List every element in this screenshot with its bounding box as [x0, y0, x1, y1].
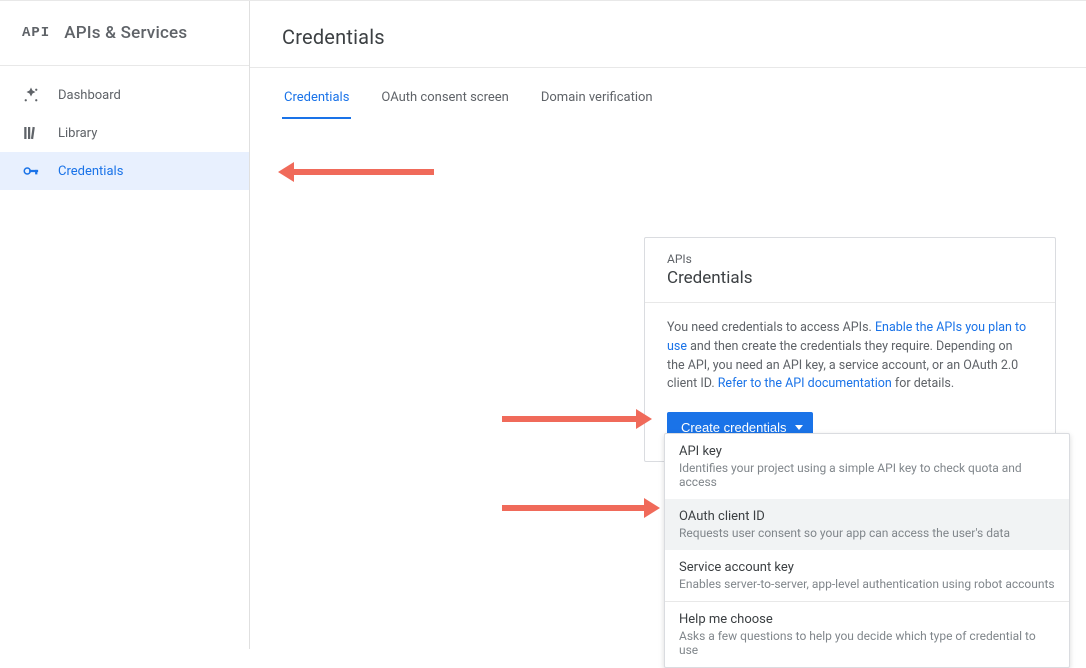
dropdown-item-title: OAuth client ID [679, 509, 1055, 524]
tabs: Credentials OAuth consent screen Domain … [250, 68, 1086, 119]
sidebar-item-dashboard[interactable]: Dashboard [0, 76, 249, 114]
card-title: Credentials [667, 268, 1033, 288]
card-text-pre: You need credentials to access APIs. [667, 320, 875, 335]
dropdown-item-title: Service account key [679, 560, 1055, 575]
create-credentials-dropdown: API key Identifies your project using a … [664, 433, 1070, 668]
tab-domain-verification[interactable]: Domain verification [539, 84, 655, 119]
tab-oauth-consent[interactable]: OAuth consent screen [379, 84, 510, 119]
page-header: Credentials [250, 1, 1086, 67]
dropdown-item-api-key[interactable]: API key Identifies your project using a … [665, 434, 1069, 499]
dropdown-item-oauth-client-id[interactable]: OAuth client ID Requests user consent so… [665, 499, 1069, 550]
key-icon [22, 162, 40, 180]
api-logo-icon: API [22, 25, 50, 41]
dropdown-item-title: API key [679, 444, 1055, 459]
sidebar-item-label: Dashboard [58, 88, 121, 103]
dropdown-item-sub: Enables server-to-server, app-level auth… [679, 577, 1055, 591]
sidebar-item-label: Library [58, 126, 97, 141]
card-body-text: You need credentials to access APIs. Ena… [645, 303, 1055, 412]
library-icon [22, 124, 40, 142]
card-kicker: APIs [667, 252, 1033, 266]
dropdown-item-sub: Requests user consent so your app can ac… [679, 526, 1055, 540]
dashboard-icon [22, 86, 40, 104]
card-text-post: for details. [892, 376, 954, 391]
sidebar-item-library[interactable]: Library [0, 114, 249, 152]
dropdown-item-help-me-choose[interactable]: Help me choose Asks a few questions to h… [665, 602, 1069, 667]
tab-credentials[interactable]: Credentials [282, 84, 351, 119]
dropdown-item-sub: Identifies your project using a simple A… [679, 461, 1055, 489]
page-title: Credentials [282, 25, 1054, 49]
product-header: API APIs & Services [0, 1, 249, 65]
dropdown-item-title: Help me choose [679, 612, 1055, 627]
dropdown-item-service-account-key[interactable]: Service account key Enables server-to-se… [665, 550, 1069, 601]
sidebar-divider [0, 65, 249, 66]
dropdown-item-sub: Asks a few questions to help you decide … [679, 629, 1055, 657]
api-documentation-link[interactable]: Refer to the API documentation [718, 376, 892, 391]
caret-down-icon [795, 425, 803, 430]
sidebar: API APIs & Services Dashboard Library Cr… [0, 1, 250, 649]
sidebar-item-credentials[interactable]: Credentials [0, 152, 249, 190]
credentials-card: APIs Credentials You need credentials to… [644, 237, 1056, 462]
sidebar-item-label: Credentials [58, 164, 123, 179]
product-label: APIs & Services [64, 23, 187, 43]
card-header: APIs Credentials [645, 238, 1055, 303]
